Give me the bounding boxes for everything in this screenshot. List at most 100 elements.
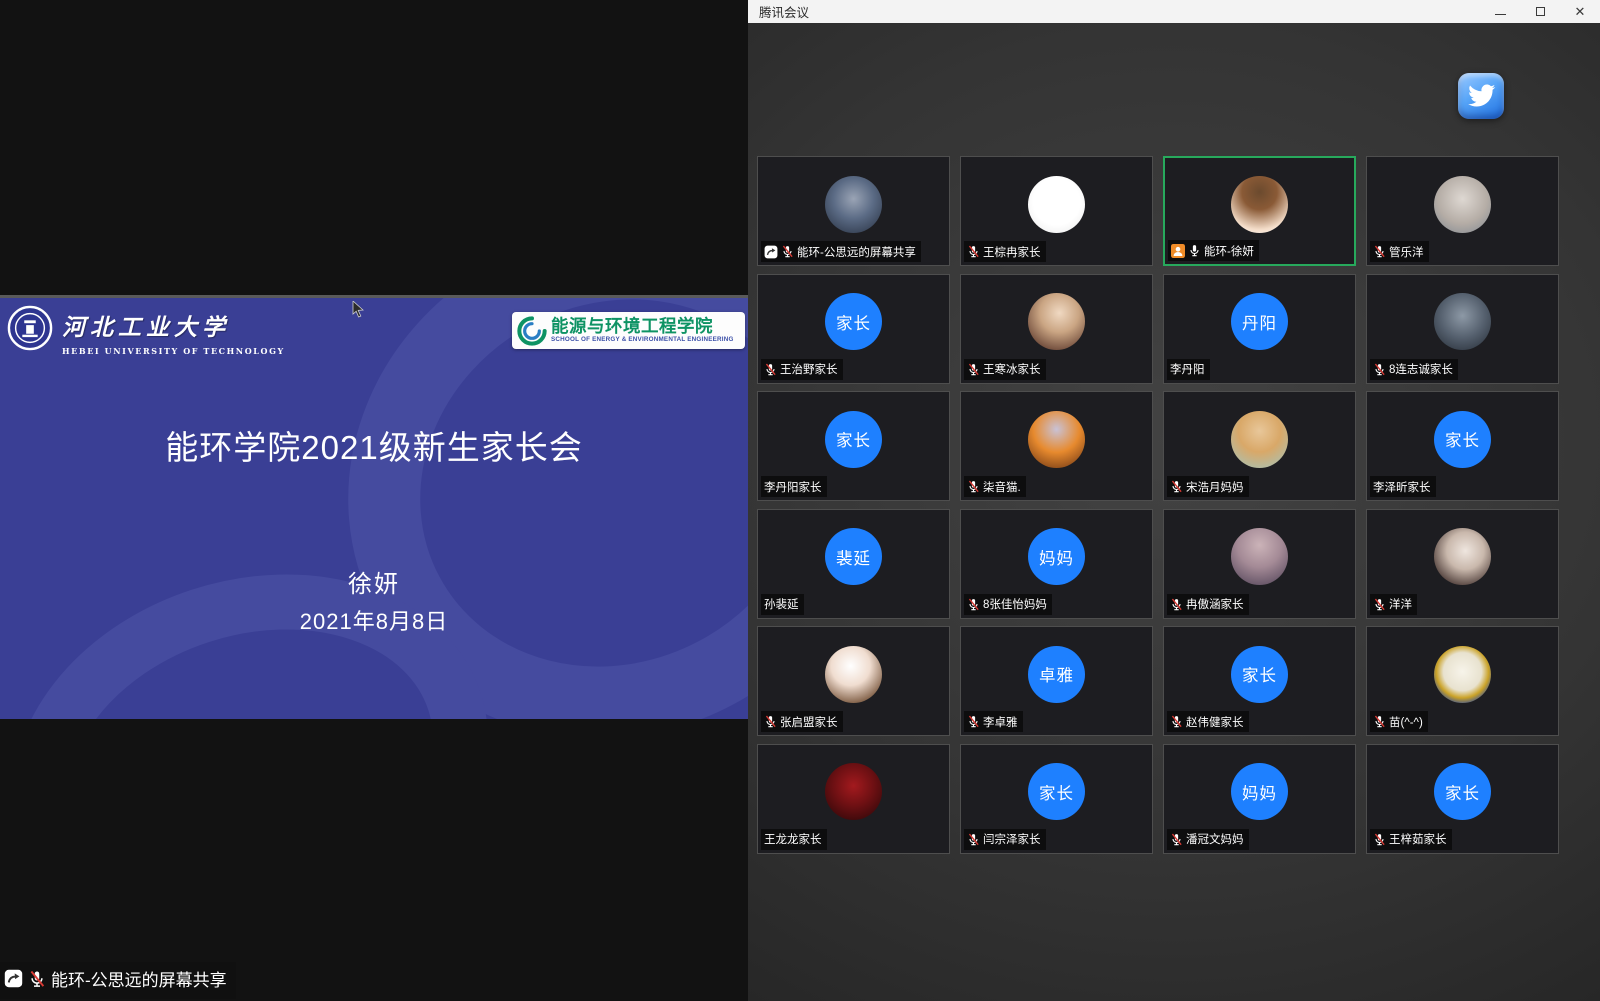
avatar: 妈妈 bbox=[1231, 763, 1288, 820]
participant-label: 洋洋 bbox=[1370, 594, 1417, 615]
participant-name: 孙裴延 bbox=[764, 596, 799, 612]
participant-name: 管乐洋 bbox=[1389, 244, 1424, 260]
participant-tile[interactable]: 家长赵伟健家长 bbox=[1163, 626, 1356, 736]
muted-mic-icon bbox=[1373, 833, 1386, 846]
participant-tile[interactable]: 8连志诚家长 bbox=[1366, 274, 1559, 384]
participant-tile[interactable]: 管乐洋 bbox=[1366, 156, 1559, 266]
participant-name: 洋洋 bbox=[1389, 596, 1412, 612]
participant-tile[interactable]: 张启盟家长 bbox=[757, 626, 950, 736]
participant-tile[interactable]: 宋浩月妈妈 bbox=[1163, 391, 1356, 501]
participant-label: 苗(^-^) bbox=[1370, 711, 1428, 732]
participant-label: 管乐洋 bbox=[1370, 241, 1429, 262]
participant-label: 冉傲涵家长 bbox=[1167, 594, 1249, 615]
meeting-panel: 腾讯会议 ✕ 能环-公思远的屏幕共享王棕冉家长能环-徐妍管乐洋家长王治野家长王寒… bbox=[748, 0, 1600, 1001]
participant-tile[interactable]: 妈妈 8张佳怡妈妈 bbox=[960, 509, 1153, 619]
participant-tile[interactable]: 能环-公思远的屏幕共享 bbox=[757, 156, 950, 266]
participant-label: 李卓雅 bbox=[964, 711, 1023, 732]
avatar: 裴延 bbox=[825, 528, 882, 585]
participant-name: 苗(^-^) bbox=[1389, 714, 1423, 730]
slide-swirl-decoration bbox=[0, 298, 748, 719]
tencent-meeting-logo bbox=[1458, 73, 1504, 119]
participant-name: 王梓茹家长 bbox=[1389, 831, 1447, 847]
presenter-overlay-name: 能环-公思远的屏幕共享 bbox=[51, 966, 227, 991]
avatar: 家长 bbox=[1028, 763, 1085, 820]
presentation-slide: 河北工业大学 HEBEI UNIVERSITY OF TECHNOLOGY 能源… bbox=[0, 295, 748, 719]
participant-name: 潘冠文妈妈 bbox=[1186, 831, 1244, 847]
university-emblem-icon bbox=[7, 305, 53, 351]
avatar bbox=[1434, 646, 1491, 703]
muted-mic-icon bbox=[764, 715, 777, 728]
participant-name: 冉傲涵家长 bbox=[1186, 596, 1244, 612]
avatar bbox=[1434, 528, 1491, 585]
school-swirl-icon bbox=[516, 315, 548, 347]
muted-mic-icon bbox=[764, 363, 777, 376]
close-button[interactable]: ✕ bbox=[1560, 0, 1600, 23]
participant-tile[interactable]: 裴延孙裴延 bbox=[757, 509, 950, 619]
host-badge-icon bbox=[1171, 244, 1185, 258]
participant-tile[interactable]: 洋洋 bbox=[1366, 509, 1559, 619]
participant-label: 潘冠文妈妈 bbox=[1167, 829, 1249, 850]
participant-label: 张启盟家长 bbox=[761, 711, 843, 732]
participant-label: 8张佳怡妈妈 bbox=[964, 594, 1052, 615]
participant-tile[interactable]: 卓雅李卓雅 bbox=[960, 626, 1153, 736]
participant-tile[interactable]: 王棕冉家长 bbox=[960, 156, 1153, 266]
participant-tile[interactable]: 王龙龙家长 bbox=[757, 744, 950, 854]
participant-tile[interactable]: 丹阳李丹阳 bbox=[1163, 274, 1356, 384]
minimize-icon bbox=[1495, 14, 1506, 15]
participant-label: 王龙龙家长 bbox=[761, 829, 827, 850]
school-name-en: SCHOOL OF ENERGY & ENVIRONMENTAL ENGINEE… bbox=[551, 337, 734, 343]
participant-tile[interactable]: 妈妈潘冠文妈妈 bbox=[1163, 744, 1356, 854]
muted-mic-icon bbox=[1170, 833, 1183, 846]
screen-share-icon bbox=[4, 969, 23, 988]
minimize-button[interactable] bbox=[1480, 0, 1520, 23]
window-title: 腾讯会议 bbox=[748, 2, 809, 21]
participant-label: 王治野家长 bbox=[761, 359, 843, 380]
participant-name: 能环-徐妍 bbox=[1204, 243, 1254, 259]
participant-tile[interactable]: 能环-徐妍 bbox=[1163, 156, 1356, 266]
avatar bbox=[825, 646, 882, 703]
avatar bbox=[1028, 293, 1085, 350]
participant-name: 李丹阳家长 bbox=[764, 479, 822, 495]
participant-name: 能环-公思远的屏幕共享 bbox=[797, 244, 916, 260]
muted-mic-icon bbox=[967, 598, 980, 611]
university-name: 河北工业大学 bbox=[62, 308, 285, 342]
participant-label: 王寒冰家长 bbox=[964, 359, 1046, 380]
muted-mic-icon bbox=[781, 245, 794, 258]
participant-name: 王龙龙家长 bbox=[764, 831, 822, 847]
muted-mic-icon bbox=[28, 970, 46, 988]
avatar bbox=[825, 763, 882, 820]
participant-tile[interactable]: 苗(^-^) bbox=[1366, 626, 1559, 736]
school-name: 能源与环境工程学院 bbox=[551, 318, 734, 336]
avatar: 妈妈 bbox=[1028, 528, 1085, 585]
participant-label: 能环-徐妍 bbox=[1168, 240, 1259, 261]
participant-name: 王寒冰家长 bbox=[983, 361, 1041, 377]
muted-mic-icon bbox=[967, 833, 980, 846]
participant-tile[interactable]: 王寒冰家长 bbox=[960, 274, 1153, 384]
avatar bbox=[825, 176, 882, 233]
university-name-en: HEBEI UNIVERSITY OF TECHNOLOGY bbox=[62, 346, 285, 356]
avatar bbox=[1028, 411, 1085, 468]
muted-mic-icon bbox=[1170, 715, 1183, 728]
participant-tile[interactable]: 家长王梓茹家长 bbox=[1366, 744, 1559, 854]
muted-mic-icon bbox=[967, 245, 980, 258]
participant-name: 李泽昕家长 bbox=[1373, 479, 1431, 495]
participant-label: 王梓茹家长 bbox=[1370, 829, 1452, 850]
maximize-button[interactable] bbox=[1520, 0, 1560, 23]
mic-icon bbox=[1188, 244, 1201, 257]
participant-tile[interactable]: 家长闫宗泽家长 bbox=[960, 744, 1153, 854]
participant-tile[interactable]: 家长李丹阳家长 bbox=[757, 391, 950, 501]
participant-name: 赵伟健家长 bbox=[1186, 714, 1244, 730]
participant-name: 8张佳怡妈妈 bbox=[983, 596, 1047, 612]
participant-tile[interactable]: 家长王治野家长 bbox=[757, 274, 950, 384]
participant-name: 宋浩月妈妈 bbox=[1186, 479, 1244, 495]
participant-name: 李丹阳 bbox=[1170, 361, 1205, 377]
participant-tile[interactable]: 柒音猫. bbox=[960, 391, 1153, 501]
participant-tile[interactable]: 冉傲涵家长 bbox=[1163, 509, 1356, 619]
participant-label: 8连志诚家长 bbox=[1370, 359, 1458, 380]
participant-name: 李卓雅 bbox=[983, 714, 1018, 730]
participant-grid: 能环-公思远的屏幕共享王棕冉家长能环-徐妍管乐洋家长王治野家长王寒冰家长丹阳李丹… bbox=[757, 156, 1559, 854]
avatar: 丹阳 bbox=[1231, 293, 1288, 350]
participant-label: 李丹阳家长 bbox=[761, 476, 827, 497]
mouse-cursor-icon bbox=[352, 301, 364, 318]
participant-tile[interactable]: 家长李泽昕家长 bbox=[1366, 391, 1559, 501]
